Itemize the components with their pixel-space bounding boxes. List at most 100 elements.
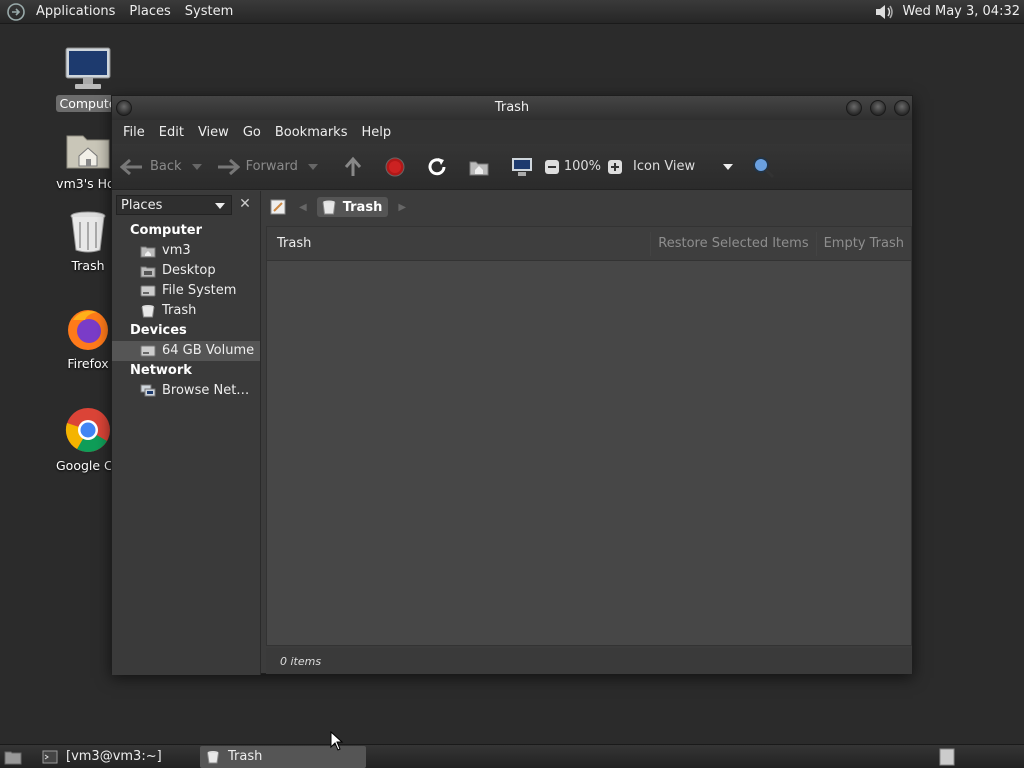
sidebar-item-browse-network[interactable]: Browse Net… xyxy=(112,381,260,401)
sidebar-view-label: Places xyxy=(121,197,163,213)
trash-icon xyxy=(70,211,106,253)
show-desktop-icon[interactable] xyxy=(4,749,22,765)
distro-logo-icon[interactable] xyxy=(6,2,26,22)
zoom-in-icon[interactable] xyxy=(607,159,623,175)
forward-button[interactable]: Forward xyxy=(216,158,324,176)
sidebar-item-trash[interactable]: Trash xyxy=(112,301,260,321)
infobar-title: Trash xyxy=(277,236,312,251)
zoom-out-icon[interactable] xyxy=(544,159,560,175)
taskbar-item-terminal[interactable]: [vm3@vm3:~] xyxy=(36,746,196,768)
trash-icon xyxy=(322,200,336,215)
file-view[interactable]: Trash Restore Selected Items Empty Trash xyxy=(266,226,912,646)
stop-icon[interactable] xyxy=(384,156,406,178)
sidebar: Places ✕ Computer vm3 Desktop File Syste… xyxy=(112,191,261,675)
minimize-button[interactable] xyxy=(846,100,862,116)
sidebar-item-volume[interactable]: 64 GB Volume xyxy=(112,341,260,361)
window-title: Trash xyxy=(494,100,530,115)
close-sidebar-button[interactable]: ✕ xyxy=(234,195,256,215)
statusbar: 0 items xyxy=(266,648,912,674)
sidebar-item-filesystem[interactable]: File System xyxy=(112,281,260,301)
menu-file[interactable]: File xyxy=(116,125,152,140)
trash-icon xyxy=(141,305,155,318)
up-arrow-icon[interactable] xyxy=(342,156,364,178)
volume-icon[interactable] xyxy=(873,2,897,22)
chevron-down-icon[interactable] xyxy=(307,163,318,170)
window-menu-button[interactable] xyxy=(116,100,132,116)
menu-help[interactable]: Help xyxy=(354,125,398,140)
home-folder-icon xyxy=(66,135,110,169)
view-mode-select[interactable]: Icon View xyxy=(627,159,734,174)
reload-icon[interactable] xyxy=(426,156,448,178)
terminal-icon xyxy=(42,750,58,763)
restore-selected-button[interactable]: Restore Selected Items xyxy=(650,231,815,256)
sidebar-item-label: Desktop xyxy=(162,263,216,278)
section-header-network: Network xyxy=(130,363,192,378)
view-mode-label: Icon View xyxy=(633,159,696,174)
back-arrow-icon xyxy=(120,158,142,175)
trash-icon xyxy=(207,750,219,763)
computer-icon xyxy=(65,47,111,89)
sidebar-item-label: 64 GB Volume xyxy=(162,343,255,358)
menubar: File Edit View Go Bookmarks Help xyxy=(112,120,912,144)
drive-icon xyxy=(140,345,156,357)
chevron-down-icon[interactable] xyxy=(191,163,202,170)
chevron-down-icon xyxy=(215,203,225,209)
home-folder-icon xyxy=(140,246,156,258)
toggle-location-button[interactable] xyxy=(267,196,289,218)
empty-trash-button[interactable]: Empty Trash xyxy=(815,231,911,256)
window-titlebar[interactable]: Trash xyxy=(112,96,912,120)
top-panel: Applications Places System Wed May 3, 04… xyxy=(0,0,1024,24)
system-menu[interactable]: System xyxy=(178,4,240,19)
desktop-icon-label: Firefox xyxy=(67,356,109,371)
desktop-folder-icon xyxy=(140,266,156,278)
menu-edit[interactable]: Edit xyxy=(152,125,191,140)
menu-view[interactable]: View xyxy=(191,125,236,140)
close-icon: ✕ xyxy=(239,196,251,212)
search-icon[interactable] xyxy=(751,156,775,178)
back-label: Back xyxy=(150,159,182,174)
sidebar-item-label: vm3 xyxy=(162,243,191,258)
breadcrumb-label: Trash xyxy=(342,199,383,215)
zoom-level: 100% xyxy=(563,159,602,174)
back-button[interactable]: Back xyxy=(120,158,208,176)
sidebar-item-desktop[interactable]: Desktop xyxy=(112,261,260,281)
toolbar: Back Forward 100% Icon View xyxy=(112,144,912,190)
file-manager-window: Trash File Edit View Go Bookmarks Help B… xyxy=(111,95,913,675)
close-button[interactable] xyxy=(894,100,910,116)
chevron-down-icon xyxy=(723,163,734,170)
breadcrumb-right-arrow[interactable]: ▶ xyxy=(398,202,406,213)
workspace-switcher-icon[interactable] xyxy=(938,748,956,766)
maximize-button[interactable] xyxy=(870,100,886,116)
forward-arrow-icon xyxy=(217,158,240,175)
places-menu[interactable]: Places xyxy=(122,4,177,19)
forward-label: Forward xyxy=(245,159,298,174)
sidebar-item-vm3[interactable]: vm3 xyxy=(112,241,260,261)
computer-icon[interactable] xyxy=(510,156,534,178)
taskbar-item-label: Trash xyxy=(228,749,263,764)
sidebar-item-label: Browse Net… xyxy=(162,383,250,398)
drive-icon xyxy=(140,285,156,297)
edit-icon xyxy=(270,199,286,215)
bottom-panel: [vm3@vm3:~] Trash xyxy=(0,744,1024,768)
desktop-icon-label: Trash xyxy=(71,258,105,273)
section-header-computer: Computer xyxy=(130,223,203,238)
location-pathbar: ◀ Trash ▶ xyxy=(267,195,907,219)
mouse-cursor-icon xyxy=(330,731,344,751)
menu-go[interactable]: Go xyxy=(236,125,268,140)
item-count: 0 items xyxy=(280,654,322,668)
places-tree: Computer vm3 Desktop File System Trash D… xyxy=(112,221,260,401)
breadcrumb-trash[interactable]: Trash xyxy=(316,197,389,217)
taskbar-item-label: [vm3@vm3:~] xyxy=(66,749,162,764)
clock[interactable]: Wed May 3, 04:32 xyxy=(897,4,1024,19)
breadcrumb-left-arrow[interactable]: ◀ xyxy=(299,202,307,213)
sidebar-item-label: Trash xyxy=(162,303,197,318)
trash-infobar: Trash Restore Selected Items Empty Trash xyxy=(267,227,911,261)
menu-bookmarks[interactable]: Bookmarks xyxy=(268,125,355,140)
section-header-devices: Devices xyxy=(130,323,187,338)
sidebar-view-select[interactable]: Places xyxy=(116,195,232,215)
sidebar-item-label: File System xyxy=(162,283,237,298)
firefox-icon xyxy=(68,310,108,350)
home-icon[interactable] xyxy=(468,156,490,178)
network-icon xyxy=(140,384,156,397)
applications-menu[interactable]: Applications xyxy=(29,4,122,19)
